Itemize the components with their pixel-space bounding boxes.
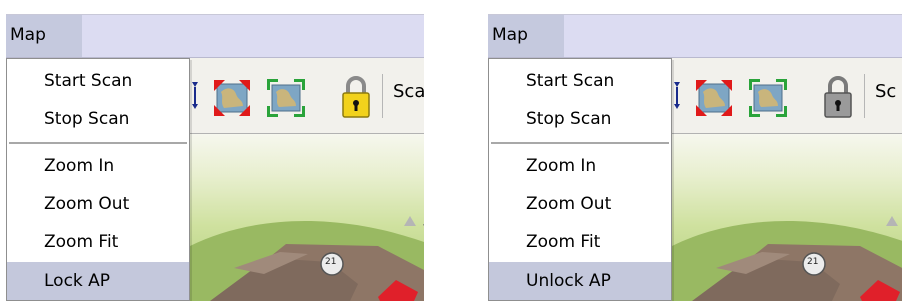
scan-arrows-icon[interactable] [190, 78, 200, 114]
menu-item-zoom-fit[interactable]: Zoom Fit [489, 223, 671, 261]
toolbar-scan-label[interactable]: Sc [875, 81, 896, 102]
menu-item-unlock-ap[interactable]: Unlock AP [489, 262, 671, 300]
menu-map[interactable]: Map [6, 15, 82, 57]
map-illustration [190, 216, 424, 301]
map-view[interactable]: 21 [190, 134, 424, 301]
locked-padlock-icon[interactable] [822, 74, 854, 120]
fit-map-icon[interactable] [748, 78, 788, 118]
fit-map-icon[interactable] [266, 78, 306, 118]
map-badge-label: 21 [807, 257, 819, 267]
menu-separator [491, 142, 669, 144]
toolbar-separator [382, 74, 383, 118]
menu-separator [9, 142, 187, 144]
menu-item-zoom-out[interactable]: Zoom Out [489, 185, 671, 223]
toolbar: Sca [190, 58, 424, 134]
menu-item-start-scan[interactable]: Start Scan [7, 62, 189, 100]
map-dropdown-menu: Start Scan Stop Scan Zoom In Zoom Out Zo… [6, 58, 190, 301]
map-illustration [672, 216, 902, 301]
menu-item-zoom-out[interactable]: Zoom Out [7, 185, 189, 223]
toolbar-scan-label[interactable]: Sca [393, 81, 424, 102]
map-view[interactable]: 21 [672, 134, 902, 301]
map-dropdown-menu: Start Scan Stop Scan Zoom In Zoom Out Zo… [488, 58, 672, 301]
expand-map-icon[interactable] [212, 78, 252, 118]
menu-item-start-scan[interactable]: Start Scan [489, 62, 671, 100]
menu-item-zoom-in[interactable]: Zoom In [7, 147, 189, 185]
unlocked-padlock-icon[interactable] [340, 74, 372, 120]
menu-item-zoom-in[interactable]: Zoom In [489, 147, 671, 185]
menu-bar: Map [6, 14, 424, 58]
screenshot-panel-right: Map Sc 21 Start Scan Stop Scan Zoom In Z… [488, 14, 902, 301]
menu-item-lock-ap[interactable]: Lock AP [7, 262, 189, 300]
menu-item-stop-scan[interactable]: Stop Scan [489, 100, 671, 138]
menu-bar: Map [488, 14, 902, 58]
toolbar-separator [864, 74, 865, 118]
menu-map[interactable]: Map [488, 15, 564, 57]
map-badge-label: 21 [325, 257, 337, 267]
menu-item-stop-scan[interactable]: Stop Scan [7, 100, 189, 138]
scan-arrows-icon[interactable] [672, 78, 682, 114]
toolbar: Sc [672, 58, 902, 134]
expand-map-icon[interactable] [694, 78, 734, 118]
screenshot-panel-left: Map Sca 21 Start Scan Stop Scan Zoom In … [6, 14, 424, 301]
menu-item-zoom-fit[interactable]: Zoom Fit [7, 223, 189, 261]
